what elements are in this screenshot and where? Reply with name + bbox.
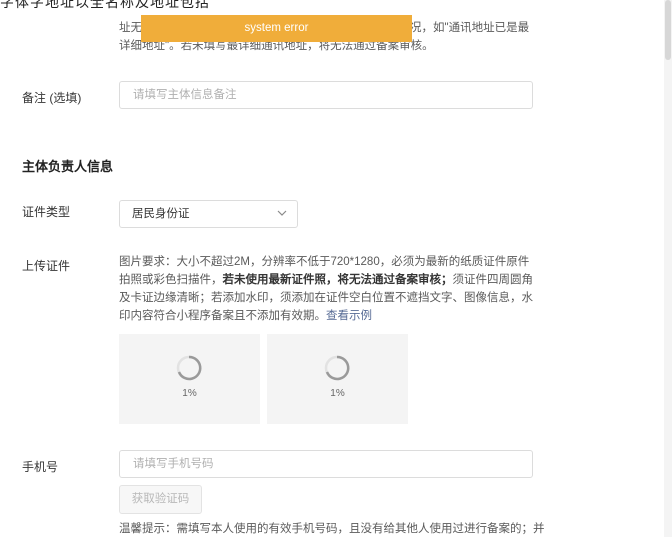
- loading-spinner-icon: [176, 355, 202, 381]
- upload-slot-front[interactable]: 1%: [119, 334, 260, 424]
- scrollbar-thumb[interactable]: [665, 0, 671, 60]
- loading-spinner-icon: [324, 355, 350, 381]
- remark-placeholder: 请填写主体信息备注: [133, 89, 237, 101]
- upload-slot-back[interactable]: 1%: [267, 334, 408, 424]
- phone-placeholder: 请填写手机号码: [133, 458, 214, 470]
- upload-progress: 1%: [182, 388, 197, 399]
- phone-tip: 温馨提示：需填写本人使用的有效手机号码，且没有给其他人使用过进行备案的；并: [119, 523, 545, 535]
- phone-input[interactable]: 请填写手机号码: [119, 450, 533, 478]
- address-note-part1: 址无: [119, 22, 142, 34]
- cert-type-select[interactable]: 居民身份证: [119, 200, 298, 228]
- error-toast: system error: [141, 15, 412, 42]
- req-text-bold: 若未使用最新证件照，将无法通过备案审核；: [222, 274, 453, 286]
- send-code-button[interactable]: 获取验证码: [119, 485, 202, 514]
- upload-requirements: 图片要求：大小不超过2M，分辨率不低于720*1280，必须为最新的纸质证件原件…: [119, 253, 534, 325]
- scrollbar[interactable]: [664, 0, 672, 537]
- remark-label: 备注 (选填): [22, 91, 82, 105]
- cut-off-header: 字体字地址以全名称及地址包括: [0, 0, 672, 12]
- cert-type-label: 证件类型: [22, 205, 71, 219]
- remark-input[interactable]: 请填写主体信息备注: [119, 81, 533, 109]
- upload-label: 上传证件: [22, 259, 71, 273]
- section-title: 主体负责人信息: [22, 159, 114, 174]
- phone-label: 手机号: [22, 460, 59, 474]
- cert-type-value: 居民身份证: [132, 208, 190, 220]
- chevron-down-icon: [277, 210, 287, 216]
- view-example-link[interactable]: 查看示例: [326, 310, 372, 322]
- upload-progress: 1%: [330, 388, 345, 399]
- cut-off-text: 字体字地址以全名称及地址包括: [0, 0, 210, 10]
